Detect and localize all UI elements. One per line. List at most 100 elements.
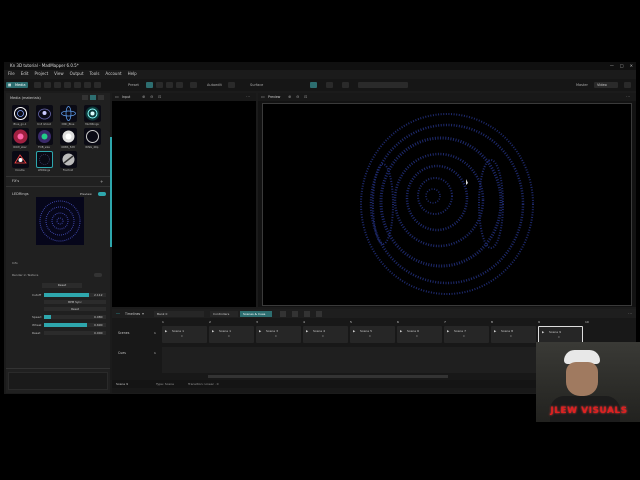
video-output-button[interactable]: Video [594,82,618,88]
view-mode-4-button[interactable] [176,82,183,88]
stop-button[interactable] [280,310,286,317]
fit-icon[interactable]: ⊡ [304,94,307,99]
media-panel-title: Media (materials) [10,96,41,100]
menu-help[interactable]: Help [128,71,137,77]
circle-tool-button[interactable] [54,82,61,88]
flower-icon[interactable] [36,128,53,145]
zoom-out-icon[interactable]: ⊖ [296,94,299,99]
ring-icon[interactable] [84,128,101,145]
face [566,362,598,396]
menu-tools[interactable]: Tools [90,71,100,77]
spiral-icon[interactable] [12,105,29,122]
close-button[interactable]: ✕ [630,63,633,68]
surface-tool-button[interactable] [34,82,41,88]
atom-icon[interactable] [60,105,77,122]
scene-cell[interactable]: ▶ Scene 40 [303,326,348,343]
ledrings-icon[interactable] [36,151,53,168]
output-selector[interactable] [358,82,408,88]
thumb-label: DNC_Blue [61,123,75,126]
divider [6,368,110,369]
minimize-button[interactable]: — [610,63,614,68]
preset-label[interactable]: Preset [128,82,139,88]
view-mode-3-button[interactable] [166,82,173,88]
fractal-icon[interactable] [60,151,77,168]
link-toggle-button[interactable] [310,82,317,88]
master-label[interactable]: Master [576,82,588,88]
fit-icon[interactable]: ⊡ [158,94,161,99]
scene-cell[interactable]: ▶ Scene 10 [162,326,207,343]
grid-toggle-button[interactable] [228,82,235,88]
play-button[interactable] [292,310,298,317]
maximize-button[interactable]: □ [620,63,624,68]
add-fx-icon[interactable]: + [100,179,103,184]
add-button[interactable] [326,82,333,88]
film-icon: ▦ [8,83,12,87]
render-texture-label: Render in Texture [12,273,39,277]
preview-toggle[interactable] [98,192,106,196]
param-reset-button[interactable]: Reset [44,307,106,311]
more-icon[interactable]: ⋯ [626,94,630,99]
tab-controllers[interactable]: Controllers [210,310,238,317]
led-rings-projection [360,113,534,295]
zoom-in-icon[interactable]: ⊕ [288,94,291,99]
column-header: 4 [303,320,305,324]
rect-tool-button[interactable] [44,82,51,88]
bank-selector[interactable]: Bank 0 [154,310,204,317]
scene-cell[interactable]: ▶ Scene 50 [350,326,395,343]
thumb-label: RING_4Rp [85,146,99,149]
orb-icon[interactable] [60,128,77,145]
param-label: Cutoff [32,293,42,297]
grid-view-icon[interactable] [82,95,88,100]
reset-button[interactable]: Reset [42,283,82,288]
bpm-sync-button[interactable]: BPM Sync [44,300,106,304]
mask-tool-button[interactable] [64,82,71,88]
zoom-out-icon[interactable]: ⊖ [150,94,153,99]
view-mode-1-button[interactable] [146,82,153,88]
monitor-icon: ▭ [115,94,119,99]
group-tool-button[interactable] [94,82,101,88]
burst-icon[interactable] [12,128,29,145]
tab-scenes-cues[interactable]: Scenes & Cues [240,310,272,317]
scene-cell[interactable]: ▶ Scene 70 [444,326,489,343]
column-header: 8 [491,320,493,324]
chevron-down-icon[interactable]: ▾ [142,311,144,316]
fixture-tool-button[interactable] [84,82,91,88]
more-icon[interactable]: ⋯ [246,94,250,99]
output-view-title: Preview [268,94,281,99]
doodle-icon[interactable] [12,151,29,168]
line-tool-button[interactable] [74,82,81,88]
menu-project[interactable]: Project [34,71,48,77]
list-view-icon[interactable] [90,95,96,100]
menu-account[interactable]: Account [105,71,121,77]
output-canvas[interactable] [262,103,632,306]
skip-back-button[interactable] [304,310,310,317]
menu-output[interactable]: Output [70,71,84,77]
scene-cell[interactable]: ▶ Scene 30 [256,326,301,343]
scene-cell[interactable]: ▶ Scene 80 [491,326,536,343]
scene-cell-selected[interactable]: ▶ Scene 90 [538,326,583,343]
rings-icon[interactable] [84,105,101,122]
menu-view[interactable]: View [54,71,64,77]
menu-edit[interactable]: Edit [21,71,29,77]
view-mode-2-button[interactable] [156,82,163,88]
remove-button[interactable] [342,82,349,88]
scene-cell[interactable]: ▶ Scene 60 [397,326,442,343]
more-icon[interactable]: ⋯ [628,311,632,316]
autoedit-label[interactable]: Autoedit [207,82,222,88]
zoom-in-icon[interactable]: ⊕ [142,94,145,99]
render-texture-toggle[interactable] [94,273,102,277]
menu-file[interactable]: File [8,71,15,77]
ghost-icon[interactable] [36,105,53,122]
thumb-label: ORBS_5X8 [61,146,75,149]
media-tab-button[interactable]: ▦ Media [6,82,28,88]
fullscreen-button[interactable] [624,82,631,88]
scene-cell[interactable]: ▶ Scene 10 [209,326,254,343]
column-header: 7 [444,320,446,324]
thumb-label: Doodle [15,169,25,172]
skip-forward-button[interactable] [316,310,322,317]
view-mode-5-button[interactable] [190,82,197,88]
menu-icon[interactable] [98,95,104,100]
timeline-scrollbar[interactable] [208,375,448,378]
info-section-label[interactable]: Info [12,261,18,265]
surface-label[interactable]: Surface [250,82,263,88]
